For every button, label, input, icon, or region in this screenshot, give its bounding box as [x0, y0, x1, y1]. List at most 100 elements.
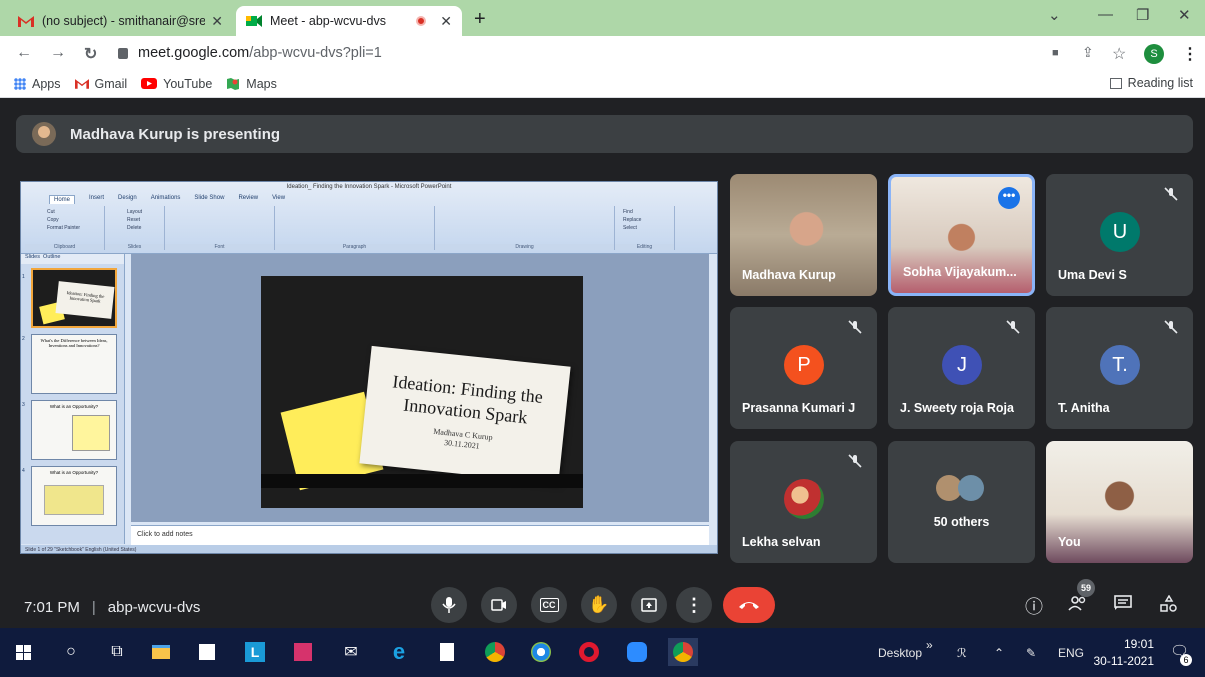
app-image-icon[interactable]	[290, 638, 316, 666]
thumbnail-pane-tabs: Slides Outline	[21, 254, 124, 264]
chrome-icon[interactable]	[482, 638, 508, 666]
camera-in-use-icon[interactable]: ■	[1052, 47, 1059, 59]
share-icon[interactable]: ⇪	[1082, 44, 1094, 61]
people-tray-icon[interactable]: ℛ	[957, 646, 967, 660]
chrome-canary-icon[interactable]	[528, 638, 554, 666]
chat-icon[interactable]	[1114, 595, 1132, 611]
ribbon-group-label: Editing	[615, 244, 674, 250]
reading-list-button[interactable]: Reading list	[1109, 76, 1193, 90]
gmail-icon	[74, 79, 89, 89]
document-icon[interactable]	[434, 638, 460, 666]
participant-name: Sobha Vijayakum...	[903, 265, 1017, 279]
participant-tile[interactable]: Lekha selvan	[730, 441, 877, 563]
close-tab-icon[interactable]: ✕	[440, 13, 452, 30]
tab-meet[interactable]: Meet - abp-wcvu-dvs ✕	[236, 6, 462, 36]
others-tile[interactable]: 50 others	[888, 441, 1035, 563]
close-window-button[interactable]: ✕	[1178, 6, 1191, 24]
participant-tile[interactable]: J J. Sweety roja Roja	[888, 307, 1035, 429]
bookmark-gmail[interactable]: Gmail	[74, 77, 127, 91]
restore-button[interactable]: ❐	[1136, 6, 1149, 24]
meeting-details-icon[interactable]: ⓘ	[1025, 593, 1043, 619]
desktop-toolbar-label[interactable]: Desktop	[878, 646, 922, 660]
tab-gmail[interactable]: (no subject) - smithanair@sreeay ✕	[8, 6, 233, 36]
meeting-info: 7:01 PM | abp-wcvu-dvs	[24, 599, 200, 616]
task-view-icon[interactable]: ⧉	[104, 638, 130, 666]
ppt-status-bar: Slide 1 of 29 "Sketchbook" English (Unit…	[21, 545, 717, 553]
participant-tile[interactable]: Madhava Kurup	[730, 174, 877, 296]
participant-name: Lekha selvan	[742, 535, 821, 549]
address-bar[interactable]: meet.google.com/abp-wcvu-dvs?pli=1	[110, 39, 1045, 67]
thumb-number: 4	[22, 468, 25, 474]
present-button[interactable]	[631, 587, 667, 623]
participant-tile[interactable]: U Uma Devi S	[1046, 174, 1193, 296]
file-explorer-icon[interactable]	[148, 638, 174, 666]
toolbar-overflow-icon[interactable]: »	[926, 638, 933, 652]
ribbon-item: Reset	[127, 217, 141, 223]
bookmark-apps[interactable]: Apps	[14, 77, 61, 91]
forward-icon[interactable]: →	[50, 44, 66, 62]
slide-thumbnail: Ideation: Finding the Innovation Spark	[31, 268, 117, 328]
participant-tile[interactable]: P Prasanna Kumari J	[730, 307, 877, 429]
taskbar-clock[interactable]: 19:01 30-11-2021	[1090, 636, 1155, 670]
search-icon[interactable]: ○	[58, 638, 84, 666]
pen-icon[interactable]: ✎	[1026, 646, 1036, 660]
tab-search-icon[interactable]: ⌄	[1048, 6, 1061, 24]
ribbon-item: Format Painter	[47, 225, 81, 231]
mic-button[interactable]	[431, 587, 467, 623]
participant-name: Madhava Kurup	[742, 268, 836, 282]
captions-button[interactable]: CC	[531, 587, 567, 623]
tab-title: Meet - abp-wcvu-dvs	[270, 14, 387, 28]
slide-thumbnails-pane: Slides Outline 1 Ideation: Finding the I…	[21, 254, 125, 544]
participant-tile[interactable]: T. T. Anitha	[1046, 307, 1193, 429]
meeting-code: abp-wcvu-dvs	[107, 599, 201, 616]
camera-icon	[491, 599, 506, 611]
more-options-icon: ⋮	[685, 594, 703, 615]
reload-icon[interactable]: ↻	[84, 44, 97, 64]
opera-icon[interactable]	[576, 638, 602, 666]
thumb-number: 1	[22, 274, 25, 280]
new-tab-button[interactable]: +	[474, 8, 486, 31]
bookmark-maps[interactable]: Maps	[226, 77, 277, 91]
browser-menu-icon[interactable]: ⋮	[1182, 44, 1198, 64]
meet-icon	[246, 15, 262, 27]
gmail-icon	[18, 16, 34, 27]
ribbon-item: Replace	[623, 217, 642, 223]
participant-name: J. Sweety roja Roja	[900, 401, 1014, 415]
windows-start-icon[interactable]	[10, 638, 36, 666]
show-hidden-icons-icon[interactable]: ⌃	[994, 646, 1004, 660]
mic-off-icon	[848, 454, 862, 468]
mic-off-icon	[1164, 320, 1178, 334]
tile-more-options-icon[interactable]: •••	[998, 187, 1020, 209]
edge-icon[interactable]: e	[386, 638, 412, 666]
taskbar-time: 19:01	[1123, 637, 1154, 651]
close-tab-icon[interactable]: ✕	[211, 13, 223, 30]
ppt-window-title: Ideation_ Finding the Innovation Spark -…	[286, 184, 452, 190]
self-view-tile[interactable]: You	[1046, 441, 1193, 563]
language-indicator[interactable]: ENG	[1058, 646, 1084, 660]
app-l-icon[interactable]: L	[242, 638, 268, 666]
leave-call-button[interactable]	[723, 587, 775, 623]
more-options-button[interactable]: ⋮	[676, 587, 712, 623]
chrome-profile-icon[interactable]	[668, 638, 698, 666]
browser-toolbar: ← → ↻ meet.google.com/abp-wcvu-dvs?pli=1…	[0, 36, 1205, 70]
bookmarks-bar: Apps Gmail YouTube Maps Reading list	[0, 70, 1205, 98]
raise-hand-button[interactable]: ✋	[581, 587, 617, 623]
minimize-button[interactable]: —	[1098, 6, 1113, 23]
store-icon[interactable]	[194, 638, 220, 666]
end-call-icon	[739, 602, 759, 609]
ppt-ribbon: Ideation_ Finding the Innovation Spark -…	[21, 182, 717, 254]
zoom-icon[interactable]	[624, 638, 650, 666]
participant-tile[interactable]: ••• Sobha Vijayakum...	[888, 174, 1035, 296]
people-icon[interactable]	[1068, 595, 1088, 611]
activities-icon[interactable]	[1160, 595, 1178, 613]
mail-icon[interactable]: ✉	[338, 638, 364, 666]
others-count: 50 others	[933, 515, 990, 529]
back-icon[interactable]: ←	[16, 44, 32, 62]
bookmark-star-icon[interactable]: ☆	[1112, 44, 1126, 64]
profile-avatar[interactable]: S	[1144, 44, 1164, 64]
camera-button[interactable]	[481, 587, 517, 623]
thumb-title: What is an Opportunity?	[49, 404, 99, 409]
bookmark-youtube[interactable]: YouTube	[141, 77, 212, 91]
ribbon-group-drawing: Drawing	[435, 206, 615, 250]
meet-stage: Madhava Kurup is presenting Ideation_ Fi…	[0, 99, 1205, 628]
